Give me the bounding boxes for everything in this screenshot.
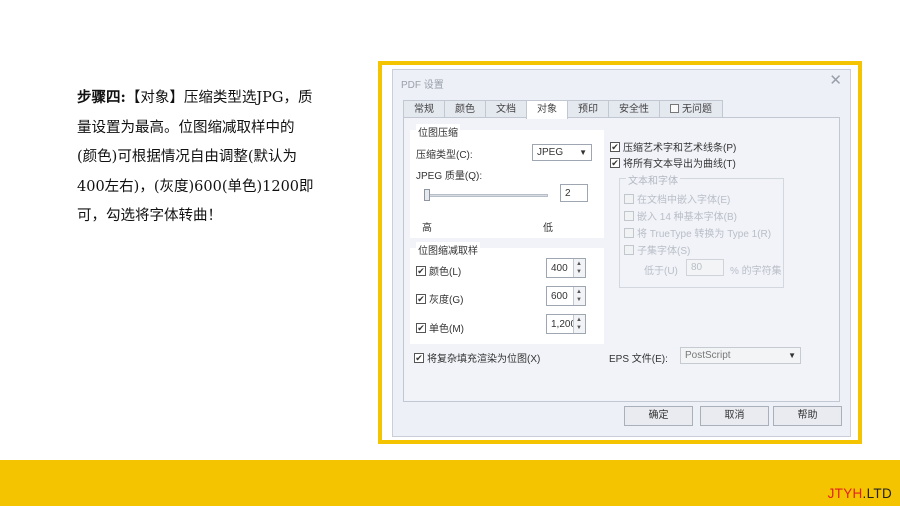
downsample-gray-label: 灰度(G) [429, 295, 464, 306]
checkbox-box [624, 227, 634, 238]
jpeg-quality-value: 2 [565, 188, 571, 199]
checkbox-box [624, 210, 634, 221]
instructions-text: 步骤四:【对象】压缩类型选JPG，质 量设置为最高。位图缩减取样中的 (颜色)可… [77, 83, 359, 232]
tab-bar: 常规 颜色 文档 对象 预印 安全性 无问题 [403, 100, 723, 119]
jpeg-quality-input[interactable]: 2 [560, 184, 588, 202]
embed-fonts-label: 在文档中嵌入字体(E) [637, 195, 731, 206]
close-icon[interactable]: ✕ [829, 71, 842, 89]
spin-buttons: ▲ ▼ [573, 259, 585, 277]
tab-color[interactable]: 颜色 [444, 100, 486, 118]
downsample-color-value: 400 [551, 263, 568, 274]
below-label: 低于(U) [644, 266, 678, 277]
checkbox-check-icon: ✔ [610, 141, 620, 152]
tab-issues[interactable]: 无问题 [659, 100, 723, 118]
objects-panel: 位图压缩 压缩类型(C): JPEG ▼ JPEG 质量(Q): 2 高 低 位… [403, 117, 840, 402]
checkbox-check-icon: ✔ [416, 265, 426, 276]
compression-type-label: 压缩类型(C): [416, 150, 473, 161]
embed-fonts-checkbox[interactable]: 在文档中嵌入字体(E) [624, 191, 730, 206]
downsample-gray-checkbox[interactable]: ✔ 灰度(G) [416, 291, 463, 306]
instruction-line-3: (颜色)可根据情况自由调整(默认为 [77, 149, 297, 165]
checkbox-check-icon: ✔ [610, 157, 620, 168]
help-button[interactable]: 帮助 [773, 406, 842, 426]
downsample-color-input[interactable]: 400 ▲ ▼ [546, 258, 586, 278]
bitmap-compression-group: 位图压缩 压缩类型(C): JPEG ▼ JPEG 质量(Q): 2 高 低 [410, 124, 604, 238]
instruction-line-2: 量设置为最高。位图缩减取样中的 [77, 119, 295, 136]
truetype-to-type1-checkbox[interactable]: 将 TrueType 转换为 Type 1(R) [624, 225, 771, 240]
text-to-curves-checkbox[interactable]: ✔ 将所有文本导出为曲线(T) [610, 155, 736, 170]
ok-button[interactable]: 确定 [624, 406, 693, 426]
checkbox-box [624, 244, 634, 255]
spin-up-icon[interactable]: ▲ [576, 261, 582, 267]
downsample-mono-label: 单色(M) [429, 324, 464, 335]
compression-type-select[interactable]: JPEG ▼ [532, 144, 592, 161]
embed-base14-label: 嵌入 14 种基本字体(B) [637, 212, 738, 223]
subset-fonts-label: 子集字体(S) [637, 246, 691, 257]
percent-chars-label: % 的字符集 [730, 266, 782, 277]
downsample-mono-input[interactable]: 1,200 ▲ ▼ [546, 314, 586, 334]
text-fonts-title: 文本和字体 [626, 172, 680, 187]
downsample-gray-value: 600 [551, 291, 568, 302]
tab-objects[interactable]: 对象 [526, 100, 568, 119]
spin-buttons: ▲ ▼ [573, 315, 585, 333]
truetype-to-type1-label: 将 TrueType 转换为 Type 1(R) [637, 229, 772, 240]
compression-type-value: JPEG [537, 147, 564, 158]
downsample-color-checkbox[interactable]: ✔ 颜色(L) [416, 263, 461, 278]
instruction-line-1: 步骤四:【对象】压缩类型选JPG，质 [77, 83, 359, 114]
subset-threshold-value: 80 [691, 262, 703, 273]
subset-fonts-checkbox[interactable]: 子集字体(S) [624, 242, 690, 257]
spin-up-icon[interactable]: ▲ [576, 289, 582, 295]
checkbox-check-icon: ✔ [414, 352, 424, 363]
tab-prepress[interactable]: 预印 [567, 100, 609, 118]
bitmap-downsampling-group: 位图缩减取样 ✔ 颜色(L) 400 ▲ ▼ ✔ 灰度(G) 600 ▲ ▼ ✔ 单… [410, 242, 604, 344]
tab-general[interactable]: 常规 [403, 100, 445, 118]
chevron-down-icon: ▼ [788, 351, 796, 360]
tab-security[interactable]: 安全性 [608, 100, 660, 118]
chevron-down-icon: ▼ [579, 148, 587, 157]
checkbox-check-icon: ✔ [416, 322, 426, 333]
cancel-button[interactable]: 取消 [700, 406, 769, 426]
eps-file-select[interactable]: PostScript ▼ [680, 347, 801, 364]
eps-file-label: EPS 文件(E): [609, 354, 668, 365]
checkbox-box [624, 193, 634, 204]
bitmap-compression-title: 位图压缩 [416, 124, 460, 139]
spin-buttons: ▲ ▼ [573, 287, 585, 305]
instruction-line-4: 400左右)，(灰度)600(单色)1200即 [77, 178, 314, 195]
bitmap-downsampling-title: 位图缩减取样 [416, 242, 480, 257]
embed-base14-checkbox[interactable]: 嵌入 14 种基本字体(B) [624, 208, 737, 223]
dialog-title: PDF 设置 [401, 80, 444, 91]
compress-art-text-label: 压缩艺术字和艺术线条(P) [623, 143, 737, 154]
brand-accent: JTYH [827, 486, 863, 501]
instruction-line-1-text: 【对象】压缩类型选JPG，质 [125, 90, 313, 106]
brand-logo: JTYH.LTD [828, 486, 892, 501]
quality-high-label: 高 [422, 223, 432, 234]
tab-document[interactable]: 文档 [485, 100, 527, 118]
spin-down-icon[interactable]: ▼ [576, 325, 582, 331]
render-fills-label: 将复杂填充渲染为位图(X) [427, 354, 541, 365]
jpeg-quality-slider-thumb[interactable] [424, 189, 430, 201]
quality-low-label: 低 [543, 223, 553, 234]
step-label: 步骤四: [77, 89, 126, 106]
compress-art-text-checkbox[interactable]: ✔ 压缩艺术字和艺术线条(P) [610, 139, 736, 154]
spin-down-icon[interactable]: ▼ [576, 297, 582, 303]
spin-up-icon[interactable]: ▲ [576, 317, 582, 323]
downsample-gray-input[interactable]: 600 ▲ ▼ [546, 286, 586, 306]
text-fonts-group: 文本和字体 在文档中嵌入字体(E) 嵌入 14 种基本字体(B) 将 TrueT… [619, 172, 784, 288]
downsample-color-label: 颜色(L) [429, 267, 462, 278]
spin-down-icon[interactable]: ▼ [576, 269, 582, 275]
text-to-curves-label: 将所有文本导出为曲线(T) [623, 159, 736, 170]
render-fills-as-bitmap-checkbox[interactable]: ✔ 将复杂填充渲染为位图(X) [414, 350, 540, 365]
instruction-line-5: 可，勾选将字体转曲！ [77, 208, 222, 224]
jpeg-quality-label: JPEG 质量(Q): [416, 171, 483, 182]
downsample-mono-checkbox[interactable]: ✔ 单色(M) [416, 320, 464, 335]
jpeg-quality-slider[interactable] [424, 194, 548, 197]
footer-band: JTYH.LTD [0, 460, 900, 506]
eps-file-value: PostScript [685, 350, 731, 361]
pdf-settings-dialog: PDF 设置 ✕ 常规 颜色 文档 对象 预印 安全性 无问题 位图压缩 压缩类… [392, 69, 851, 437]
subset-threshold-input[interactable]: 80 [686, 259, 724, 276]
checkbox-check-icon: ✔ [416, 293, 426, 304]
tab-issues-label: 无问题 [682, 104, 712, 115]
brand-suffix: .LTD [862, 486, 892, 501]
issues-icon [670, 104, 679, 113]
